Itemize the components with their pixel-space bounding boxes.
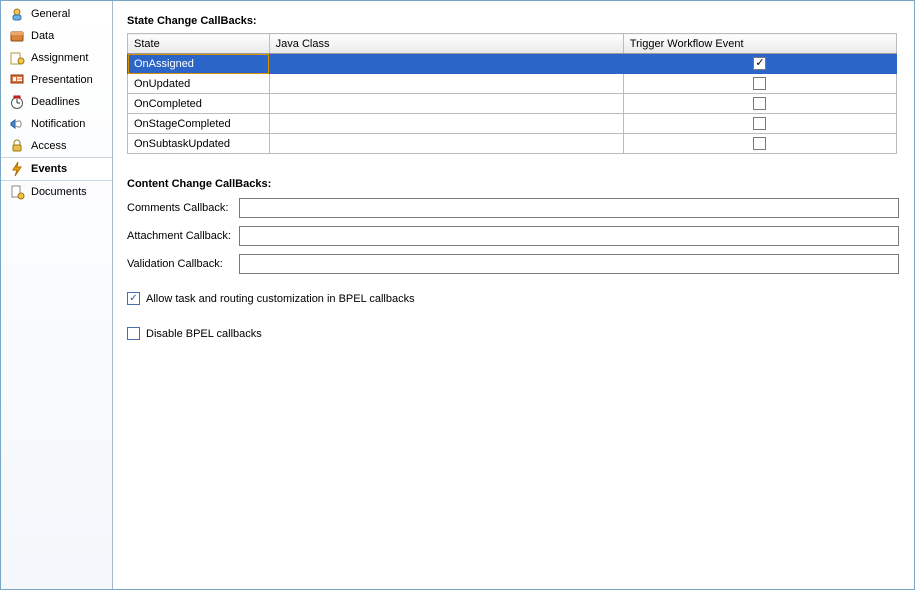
state-change-table[interactable]: State Java Class Trigger Workflow Event … [127, 33, 897, 154]
sidebar-item-events[interactable]: Events [1, 157, 112, 181]
cell-state[interactable]: OnSubtaskUpdated [128, 134, 270, 154]
table-row[interactable]: OnSubtaskUpdated [128, 134, 897, 154]
sidebar: General Data Assignment Presentation Dea… [1, 1, 113, 589]
comments-input[interactable] [239, 198, 899, 218]
sidebar-item-label: Documents [31, 186, 87, 198]
sidebar-item-deadlines[interactable]: Deadlines [1, 91, 112, 113]
cell-java[interactable] [269, 134, 623, 154]
col-header-state[interactable]: State [128, 34, 270, 54]
content-pane: State Change CallBacks: State Java Class… [113, 1, 914, 589]
cell-trigger[interactable] [623, 114, 896, 134]
attachment-input[interactable] [239, 226, 899, 246]
sidebar-item-documents[interactable]: Documents [1, 181, 112, 203]
comments-row: Comments Callback: [127, 198, 900, 218]
checkbox-icon[interactable] [753, 137, 766, 150]
cell-state[interactable]: OnStageCompleted [128, 114, 270, 134]
cell-trigger[interactable] [623, 134, 896, 154]
app-frame: General Data Assignment Presentation Dea… [0, 0, 915, 590]
cell-trigger[interactable] [623, 94, 896, 114]
disable-bpel-label: Disable BPEL callbacks [146, 328, 262, 340]
sidebar-item-label: Events [31, 163, 67, 175]
sidebar-item-access[interactable]: Access [1, 135, 112, 157]
access-icon [9, 138, 25, 154]
table-row[interactable]: OnStageCompleted [128, 114, 897, 134]
sidebar-item-label: Data [31, 30, 54, 42]
table-row[interactable]: OnAssigned [128, 54, 897, 74]
cell-trigger[interactable] [623, 74, 896, 94]
col-header-java[interactable]: Java Class [269, 34, 623, 54]
validation-input[interactable] [239, 254, 899, 274]
checkbox-icon[interactable] [753, 97, 766, 110]
content-change-title: Content Change CallBacks: [127, 178, 900, 190]
sidebar-item-label: Assignment [31, 52, 88, 64]
disable-bpel-row[interactable]: Disable BPEL callbacks [127, 327, 900, 340]
cell-java[interactable] [269, 54, 623, 74]
validation-row: Validation Callback: [127, 254, 900, 274]
cell-java[interactable] [269, 114, 623, 134]
general-icon [9, 6, 25, 22]
validation-label: Validation Callback: [127, 258, 239, 270]
table-row[interactable]: OnUpdated [128, 74, 897, 94]
assignment-icon [9, 50, 25, 66]
allow-customization-label: Allow task and routing customization in … [146, 293, 415, 305]
documents-icon [9, 184, 25, 200]
cell-state[interactable]: OnUpdated [128, 74, 270, 94]
checkbox-icon[interactable] [753, 77, 766, 90]
sidebar-item-label: Notification [31, 118, 85, 130]
attachment-label: Attachment Callback: [127, 230, 239, 242]
comments-label: Comments Callback: [127, 202, 239, 214]
sidebar-item-assignment[interactable]: Assignment [1, 47, 112, 69]
data-icon [9, 28, 25, 44]
checkbox-icon[interactable] [753, 57, 766, 70]
sidebar-item-data[interactable]: Data [1, 25, 112, 47]
checkbox-icon[interactable]: ✓ [127, 292, 140, 305]
cell-state[interactable]: OnCompleted [128, 94, 270, 114]
deadlines-icon [9, 94, 25, 110]
events-icon [9, 161, 25, 177]
checkbox-icon[interactable] [753, 117, 766, 130]
sidebar-item-presentation[interactable]: Presentation [1, 69, 112, 91]
col-header-trigger[interactable]: Trigger Workflow Event [623, 34, 896, 54]
cell-java[interactable] [269, 94, 623, 114]
allow-customization-row[interactable]: ✓ Allow task and routing customization i… [127, 292, 900, 305]
sidebar-item-label: Presentation [31, 74, 93, 86]
attachment-row: Attachment Callback: [127, 226, 900, 246]
table-row[interactable]: OnCompleted [128, 94, 897, 114]
cell-state[interactable]: OnAssigned [128, 54, 270, 74]
checkbox-icon[interactable] [127, 327, 140, 340]
state-change-title: State Change CallBacks: [127, 15, 900, 27]
presentation-icon [9, 72, 25, 88]
sidebar-item-label: Deadlines [31, 96, 80, 108]
sidebar-item-general[interactable]: General [1, 3, 112, 25]
sidebar-item-label: General [31, 8, 70, 20]
cell-trigger[interactable] [623, 54, 896, 74]
cell-java[interactable] [269, 74, 623, 94]
sidebar-item-label: Access [31, 140, 66, 152]
sidebar-item-notification[interactable]: Notification [1, 113, 112, 135]
notification-icon [9, 116, 25, 132]
